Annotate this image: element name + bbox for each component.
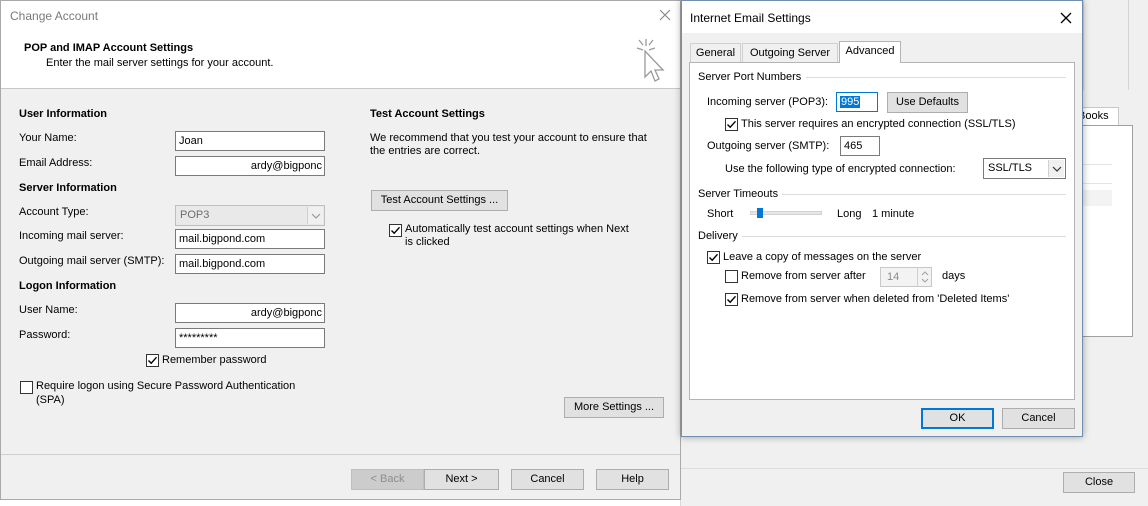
incoming-port-label: Incoming server (POP3): — [707, 96, 829, 108]
incoming-server-input[interactable]: mail.bigpond.com — [175, 229, 325, 249]
test-settings-description-line2: the entries are correct. — [370, 145, 481, 157]
group-divider — [742, 236, 1066, 237]
cursor-sparkle-icon — [631, 37, 669, 85]
dialog-cancel-button[interactable]: Cancel — [1002, 408, 1075, 429]
auto-test-label-line2: is clicked — [405, 236, 450, 248]
user-name-label: User Name: — [19, 304, 78, 316]
timeout-short-label: Short — [707, 208, 734, 220]
advanced-tab-panel: Server Port Numbers Incoming server (POP… — [689, 62, 1075, 400]
ssl-checkbox[interactable] — [725, 118, 738, 131]
chevron-down-icon — [307, 207, 323, 224]
next-button[interactable]: Next > — [424, 469, 499, 490]
leave-copy-label: Leave a copy of messages on the server — [723, 251, 922, 263]
server-port-numbers-heading: Server Port Numbers — [698, 71, 802, 83]
test-settings-heading: Test Account Settings — [370, 108, 485, 120]
close-button[interactable]: Close — [1063, 472, 1135, 493]
chevron-down-icon — [1048, 160, 1064, 177]
back-button[interactable]: < Back — [351, 469, 424, 490]
your-name-input[interactable]: Joan — [175, 131, 325, 151]
ssl-label: This server requires an encrypted connec… — [741, 118, 1016, 130]
spinner-arrows-icon[interactable] — [917, 268, 931, 286]
tab-outgoing-server[interactable]: Outgoing Server — [742, 43, 838, 63]
dialog-title-bar: Internet Email Settings — [682, 1, 1082, 33]
wizard-header: POP and IMAP Account Settings Enter the … — [1, 31, 680, 89]
account-type-value: POP3 — [180, 209, 210, 221]
auto-test-label-line1: Automatically test account settings when… — [405, 223, 629, 235]
remove-after-days-value: 14 — [887, 271, 900, 283]
leave-copy-checkbox[interactable] — [707, 251, 720, 264]
user-name-input[interactable]: ardy@bigponc — [175, 303, 325, 323]
account-type-select: POP3 — [175, 205, 325, 226]
more-settings-button[interactable]: More Settings ... — [564, 397, 664, 418]
server-timeouts-heading: Server Timeouts — [698, 188, 779, 200]
title-bar: Change Account — [1, 1, 680, 31]
remove-after-days-stepper[interactable]: 14 — [880, 267, 932, 287]
remember-password-checkbox[interactable] — [146, 354, 159, 367]
spa-label-line2: (SPA) — [36, 394, 65, 406]
internet-email-settings-dialog: Internet Email Settings General Outgoing… — [681, 0, 1083, 437]
group-divider — [806, 77, 1066, 78]
auto-test-checkbox[interactable] — [389, 224, 402, 237]
footer-divider — [1, 454, 680, 455]
close-icon[interactable] — [1058, 10, 1074, 26]
timeout-long-label: Long — [837, 208, 862, 220]
outgoing-server-label: Outgoing mail server (SMTP): — [19, 255, 165, 267]
encryption-type-label: Use the following type of encrypted conn… — [725, 163, 956, 175]
outgoing-server-input[interactable]: mail.bigpond.com — [175, 254, 325, 274]
remove-after-checkbox[interactable] — [725, 270, 738, 283]
cancel-button[interactable]: Cancel — [511, 469, 584, 490]
incoming-server-label: Incoming mail server: — [19, 230, 124, 242]
spa-checkbox[interactable] — [20, 381, 33, 394]
background-window-strip — [1083, 0, 1129, 90]
remember-password-label: Remember password — [162, 354, 267, 366]
password-input[interactable]: ********* — [175, 328, 325, 348]
group-divider — [782, 194, 1066, 195]
remove-deleted-checkbox[interactable] — [725, 293, 738, 306]
close-icon[interactable] — [657, 7, 673, 23]
use-defaults-button[interactable]: Use Defaults — [887, 92, 968, 113]
your-name-label: Your Name: — [19, 132, 77, 144]
encryption-type-value: SSL/TLS — [988, 162, 1033, 174]
outgoing-port-input[interactable]: 465 — [840, 136, 880, 156]
delivery-heading: Delivery — [698, 230, 738, 242]
days-label: days — [942, 270, 966, 282]
ok-button[interactable]: OK — [921, 408, 994, 429]
page-title: POP and IMAP Account Settings — [24, 42, 194, 54]
remove-after-label: Remove from server after — [741, 270, 866, 282]
dialog-title: Internet Email Settings — [690, 11, 811, 25]
test-settings-description-line1: We recommend that you test your account … — [370, 132, 647, 144]
incoming-port-input[interactable]: 995 — [836, 92, 878, 112]
spa-label-line1: Require logon using Secure Password Auth… — [36, 380, 296, 392]
password-label: Password: — [19, 329, 71, 341]
page-subtitle: Enter the mail server settings for your … — [46, 57, 274, 69]
email-address-label: Email Address: — [19, 157, 93, 169]
server-info-heading: Server Information — [19, 182, 117, 194]
encryption-type-select[interactable]: SSL/TLS — [983, 158, 1066, 179]
timeout-value-label: 1 minute — [872, 208, 915, 220]
incoming-port-value: 995 — [840, 96, 861, 108]
email-address-input[interactable]: ardy@bigponc — [175, 156, 325, 176]
outgoing-port-label: Outgoing server (SMTP): — [707, 140, 830, 152]
timeout-slider-thumb[interactable] — [756, 208, 763, 218]
test-account-settings-button[interactable]: Test Account Settings ... — [371, 190, 508, 211]
tab-general[interactable]: General — [690, 43, 741, 63]
logon-info-heading: Logon Information — [19, 280, 117, 292]
tab-advanced[interactable]: Advanced — [839, 41, 901, 63]
remove-deleted-label: Remove from server when deleted from 'De… — [741, 293, 1010, 305]
help-button[interactable]: Help — [596, 469, 669, 490]
change-account-window: Change Account POP and IMAP Account Sett… — [0, 0, 681, 500]
window-title: Change Account — [10, 9, 99, 23]
account-type-label: Account Type: — [19, 206, 89, 218]
user-info-heading: User Information — [19, 108, 108, 120]
